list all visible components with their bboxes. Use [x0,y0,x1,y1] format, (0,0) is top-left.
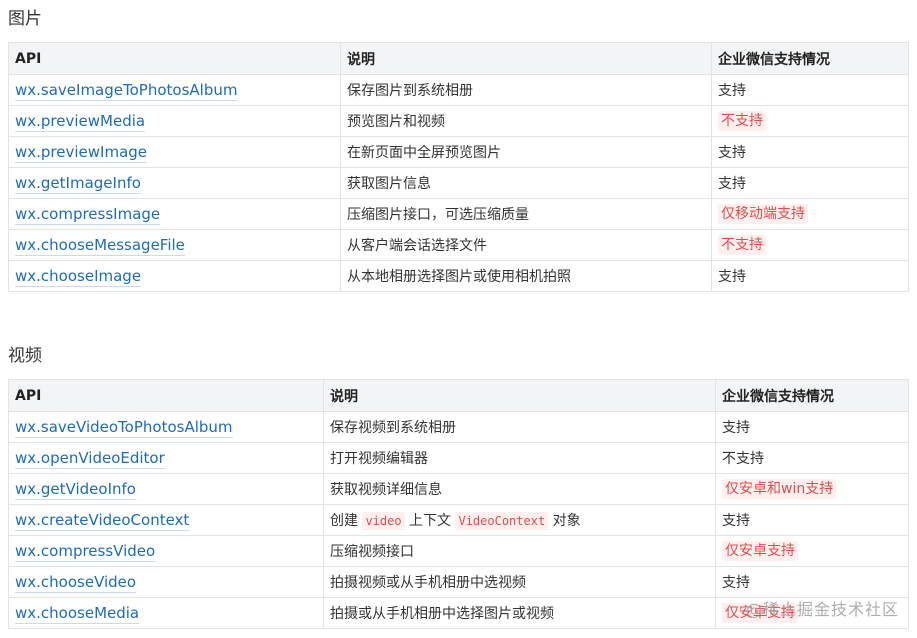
table-row: wx.getImageInfo 获取图片信息 支持 [8,167,909,199]
table-row: wx.previewImage 在新页面中全屏预览图片 支持 [8,136,909,168]
description-cell: 压缩图片接口，可选压缩质量 [340,198,712,230]
column-header-api: API [8,42,341,75]
watermark: @稀土掘金技术社区 [745,600,899,619]
table-row: wx.openVideoEditor 打开视频编辑器 不支持 [8,442,909,474]
support-cell: 支持 [711,260,909,292]
description-text: 创建 [330,513,363,529]
api-link[interactable]: wx.getVideoInfo [15,480,136,500]
description-cell: 保存视频到系统相册 [323,411,716,443]
table-row: wx.createVideoContext 创建 video 上下文 VideoC… [8,504,909,536]
api-cell: wx.compressImage [8,198,341,230]
api-cell: wx.compressVideo [8,535,324,567]
support-status-tag: 不支持 [718,235,766,255]
support-cell: 支持 [715,566,909,598]
support-cell: 仅安卓支持 [715,535,909,567]
api-cell: wx.previewImage [8,136,341,168]
support-cell: 仅安卓和win支持 [715,473,909,505]
table-row: wx.compressVideo 压缩视频接口 仅安卓支持 [8,535,909,567]
api-link[interactable]: wx.getImageInfo [15,174,141,194]
support-status-tag: 仅移动端支持 [718,204,808,224]
table-row: wx.saveVideoToPhotosAlbum 保存视频到系统相册 支持 [8,411,909,443]
description-text: 上下文 [404,513,456,529]
api-link[interactable]: wx.compressImage [15,205,161,225]
support-cell: 不支持 [711,229,909,261]
api-cell: wx.previewMedia [8,105,341,137]
support-cell: 支持 [711,74,909,106]
support-cell: 支持 [715,504,909,536]
api-link[interactable]: wx.saveVideoToPhotosAlbum [15,418,233,438]
description-text: 对象 [548,513,581,529]
api-cell: wx.getImageInfo [8,167,341,199]
api-link[interactable]: wx.chooseMedia [15,604,140,624]
description-cell: 预览图片和视频 [340,105,712,137]
inline-code: VideoContext [455,512,549,530]
table-row: wx.getVideoInfo 获取视频详细信息 仅安卓和win支持 [8,473,909,505]
support-status-tag: 不支持 [718,111,766,131]
support-status-tag: 仅安卓支持 [722,541,798,561]
api-cell: wx.saveVideoToPhotosAlbum [8,411,324,443]
description-cell: 保存图片到系统相册 [340,74,712,106]
column-header-api: API [8,379,324,412]
column-header-support: 企业微信支持情况 [715,379,909,412]
table-row: wx.saveImageToPhotosAlbum 保存图片到系统相册 支持 [8,74,909,106]
inline-code: video [362,512,405,530]
api-link[interactable]: wx.saveImageToPhotosAlbum [15,81,238,101]
column-header-support: 企业微信支持情况 [711,42,909,75]
support-cell: 不支持 [711,105,909,137]
description-cell: 获取视频详细信息 [323,473,716,505]
column-header-description: 说明 [340,42,712,75]
api-link[interactable]: wx.createVideoContext [15,511,190,531]
table-row: wx.chooseVideo 拍摄视频或从手机相册中选视频 支持 [8,566,909,598]
section-title-videos: 视频 [8,346,42,366]
description-cell: 在新页面中全屏预览图片 [340,136,712,168]
api-link[interactable]: wx.chooseMessageFile [15,236,185,256]
table-header-row: API 说明 企业微信支持情况 [8,379,909,412]
api-cell: wx.openVideoEditor [8,442,324,474]
description-cell: 拍摄视频或从手机相册中选视频 [323,566,716,598]
description-cell: 创建 video 上下文 VideoContext 对象 [323,504,716,536]
api-cell: wx.getVideoInfo [8,473,324,505]
api-link[interactable]: wx.chooseVideo [15,573,137,593]
description-cell: 获取图片信息 [340,167,712,199]
api-cell: wx.saveImageToPhotosAlbum [8,74,341,106]
table-row: wx.chooseImage 从本地相册选择图片或使用相机拍照 支持 [8,260,909,292]
api-link[interactable]: wx.chooseImage [15,267,142,287]
api-cell: wx.chooseMedia [8,597,324,629]
api-cell: wx.chooseImage [8,260,341,292]
description-cell: 打开视频编辑器 [323,442,716,474]
support-cell: 支持 [711,136,909,168]
api-cell: wx.chooseMessageFile [8,229,341,261]
column-header-description: 说明 [323,379,716,412]
api-table-videos: API 说明 企业微信支持情况 wx.saveVideoToPhotosAlbu… [8,379,909,629]
support-status-tag: 仅安卓和win支持 [722,479,837,499]
description-cell: 从本地相册选择图片或使用相机拍照 [340,260,712,292]
support-cell: 支持 [711,167,909,199]
api-link[interactable]: wx.compressVideo [15,542,156,562]
api-cell: wx.chooseVideo [8,566,324,598]
support-cell: 支持 [715,411,909,443]
section-title-images: 图片 [8,9,42,29]
api-link[interactable]: wx.openVideoEditor [15,449,165,469]
description-cell: 压缩视频接口 [323,535,716,567]
api-cell: wx.createVideoContext [8,504,324,536]
api-link[interactable]: wx.previewImage [15,143,148,163]
table-row: wx.previewMedia 预览图片和视频 不支持 [8,105,909,137]
table-row: wx.compressImage 压缩图片接口，可选压缩质量 仅移动端支持 [8,198,909,230]
api-table-images: API 说明 企业微信支持情况 wx.saveImageToPhotosAlbu… [8,42,909,292]
support-cell: 不支持 [715,442,909,474]
description-cell: 拍摄或从手机相册中选择图片或视频 [323,597,716,629]
support-cell: 仅移动端支持 [711,198,909,230]
table-row: wx.chooseMessageFile 从客户端会话选择文件 不支持 [8,229,909,261]
table-header-row: API 说明 企业微信支持情况 [8,42,909,75]
description-cell: 从客户端会话选择文件 [340,229,712,261]
api-link[interactable]: wx.previewMedia [15,112,146,132]
